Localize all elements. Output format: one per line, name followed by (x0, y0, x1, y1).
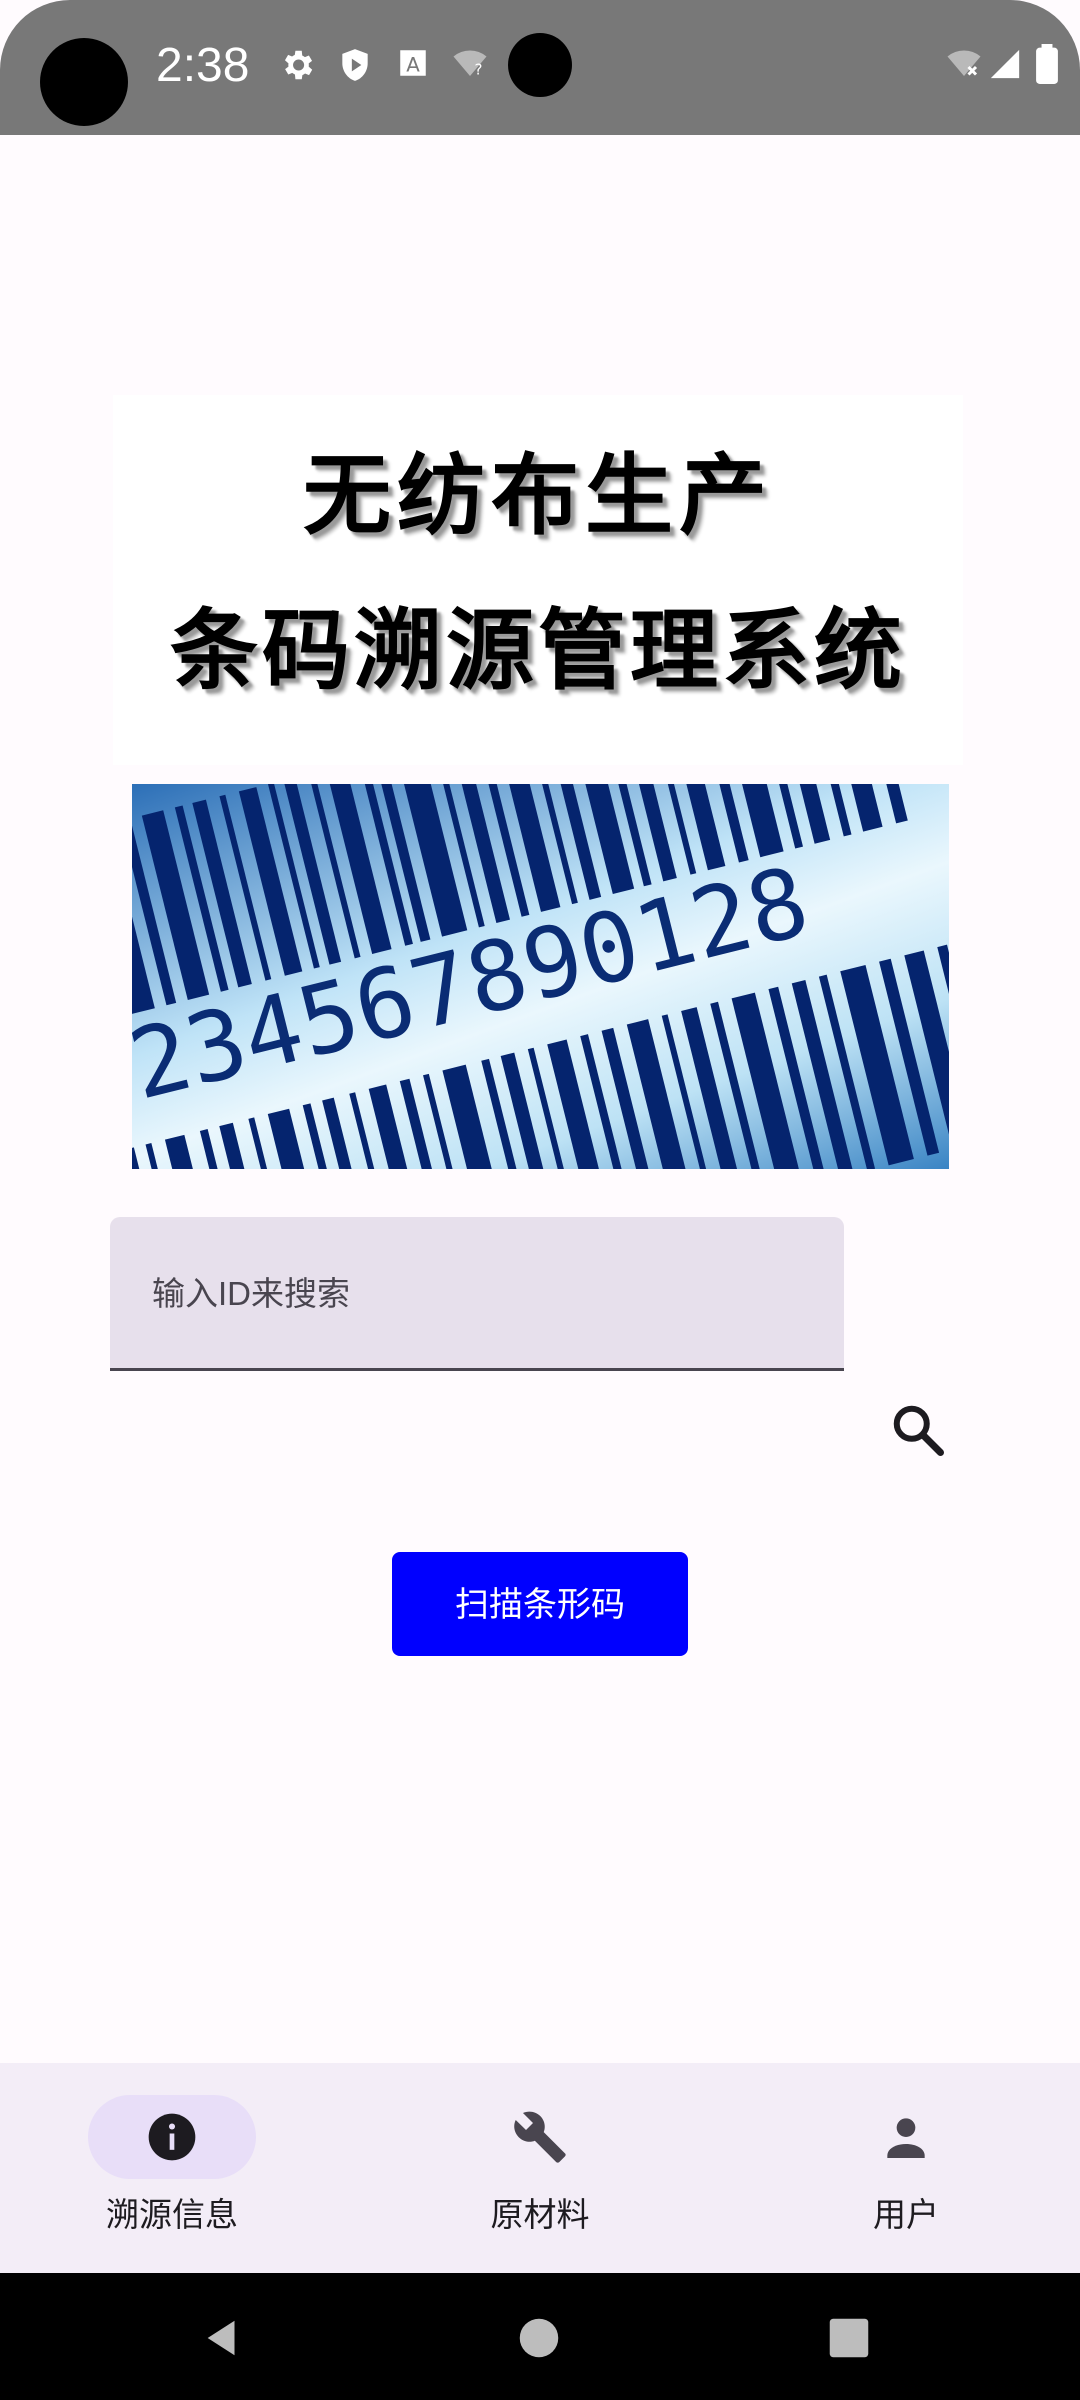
nav-label-trace-info: 溯源信息 (106, 2195, 238, 2234)
camera-cutout-center (508, 33, 572, 97)
nav-label-user: 用户 (873, 2195, 939, 2234)
app-title-line2: 条码溯源管理系统 (169, 598, 906, 702)
wrench-icon (514, 2111, 566, 2163)
nav-label-raw-materials: 原材料 (490, 2195, 590, 2234)
battery-icon (1036, 44, 1058, 84)
bottom-navigation: 溯源信息 原材料 用户 (0, 2063, 1080, 2273)
barcode-digits: 234567890128 (132, 845, 819, 1121)
svg-text:A: A (406, 54, 420, 77)
wifi-question-icon: ? (453, 50, 487, 79)
text-a-icon: A (400, 50, 426, 77)
camera-cutout-left (40, 38, 128, 126)
app-title-card: 无纺布生产 条码溯源管理系统 (113, 395, 963, 765)
settings-icon (284, 50, 313, 80)
nav-item-trace-info[interactable]: 溯源信息 (32, 2063, 312, 2273)
svg-text:?: ? (475, 61, 483, 79)
signal-icon (990, 49, 1020, 79)
nav-item-user[interactable]: 用户 (766, 2063, 1046, 2273)
shield-play-icon (342, 49, 368, 81)
barcode-image: 234567890128 (132, 784, 949, 1169)
system-navigation-bar (0, 2273, 1080, 2400)
search-input[interactable]: 输入ID来搜索 (110, 1217, 844, 1371)
search-icon[interactable] (888, 1400, 948, 1460)
recents-icon[interactable] (828, 2317, 870, 2359)
person-icon (887, 2118, 925, 2158)
search-placeholder: 输入ID来搜索 (152, 1275, 350, 1312)
wifi-x-icon (947, 50, 981, 76)
info-icon (148, 2113, 196, 2161)
app-title-line1: 无纺布生产 (302, 443, 773, 547)
status-time: 2:38 (156, 39, 250, 92)
status-bar: 2:38 A ? (0, 0, 1080, 135)
scan-barcode-button[interactable]: 扫描条形码 (392, 1552, 688, 1656)
home-icon[interactable] (518, 2317, 560, 2359)
back-icon[interactable] (200, 2315, 246, 2361)
barcode-illustration: 234567890128 (132, 784, 949, 1169)
nav-item-raw-materials[interactable]: 原材料 (400, 2063, 680, 2273)
